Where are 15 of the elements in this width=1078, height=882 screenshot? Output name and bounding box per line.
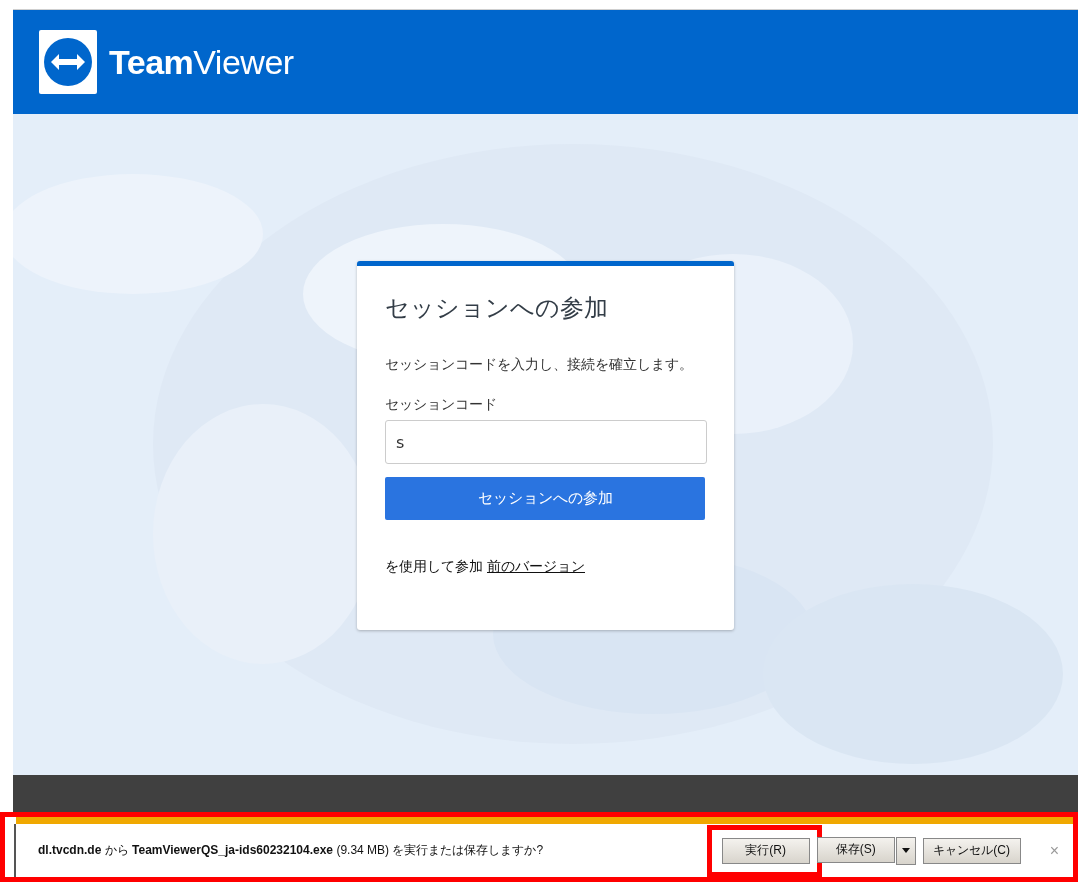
dialog-button[interactable]: キャンセル(C) — [922, 837, 1021, 864]
previous-version-link[interactable]: 前のバージョン — [487, 556, 585, 576]
logo-icon — [39, 30, 97, 94]
alt-join-text: を使用して参加 — [385, 557, 483, 576]
caret-icon — [901, 848, 910, 853]
session-code-field[interactable]: s — [385, 420, 707, 464]
download-message: dl.tvcdn.de から TeamViewerQS_ja-ids60232104.exe (9.34 MB) を実行または保存しますか? — [38, 842, 545, 859]
dropdown-button[interactable] — [895, 836, 916, 865]
card-title: セッションへの参加 — [385, 293, 609, 324]
join-button[interactable]: セッションへの参加 — [385, 477, 705, 520]
card-description: セッションコードを入力し、接続を確立します。 — [385, 355, 694, 374]
logo-text: TeamViewer — [109, 42, 294, 82]
field-label: セッションコード — [385, 395, 498, 414]
save-button[interactable]: 保存(S) — [816, 836, 895, 863]
dialog-button[interactable]: 実行(R) — [721, 837, 810, 864]
